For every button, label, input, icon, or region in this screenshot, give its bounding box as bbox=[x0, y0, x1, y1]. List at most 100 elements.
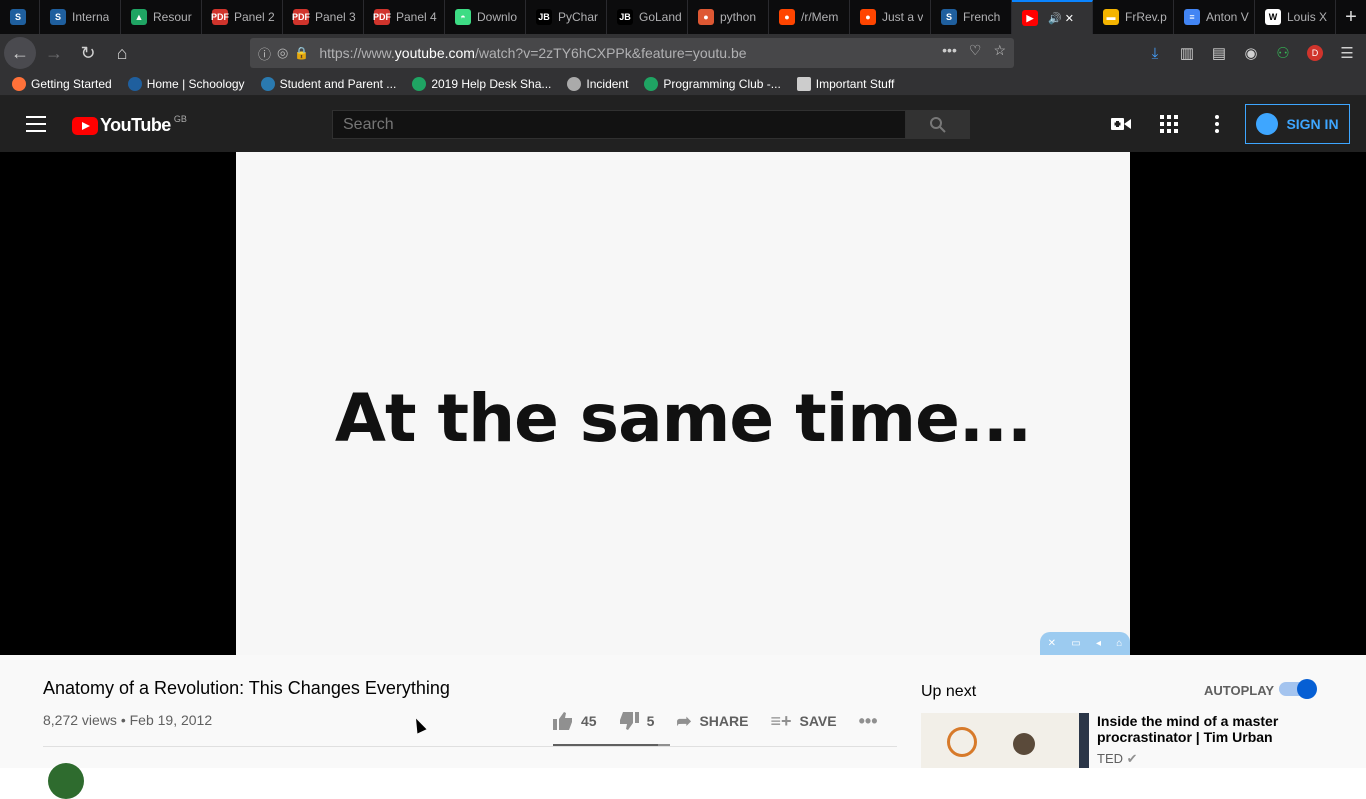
bookmark-item[interactable]: Student and Parent ... bbox=[260, 76, 396, 91]
settings-more-icon[interactable] bbox=[1206, 113, 1228, 135]
thumbs-down-icon bbox=[619, 712, 639, 730]
browser-tab[interactable]: S Interna bbox=[40, 0, 121, 34]
library-icon[interactable]: ▥ bbox=[1174, 37, 1200, 69]
tab-title: Just a v bbox=[882, 10, 924, 24]
reload-button[interactable]: ↻ bbox=[72, 37, 104, 69]
playlist-add-icon: ≡+ bbox=[770, 710, 792, 731]
browser-tab[interactable]: ▲ Resour bbox=[121, 0, 202, 34]
browser-tab[interactable]: ▬ FrRev.p bbox=[1093, 0, 1174, 34]
duckduckgo-icon: ● bbox=[698, 9, 714, 25]
screen-capture-controls[interactable]: ✕ ▭ ◂ ⌂ bbox=[1040, 632, 1130, 655]
pdf-icon: PDF bbox=[292, 9, 310, 25]
hamburger-menu-icon[interactable]: ☰ bbox=[1334, 37, 1360, 69]
url-bar[interactable]: ⓘ ◎ 🔒 https://www.youtube.com/watch?v=2z… bbox=[250, 38, 1014, 68]
arrow-icon[interactable]: ◂ bbox=[1096, 638, 1101, 649]
browser-tab[interactable]: ◓ Downlo bbox=[445, 0, 526, 34]
search-input[interactable] bbox=[332, 110, 906, 139]
dislike-button[interactable]: 5 bbox=[619, 712, 654, 730]
tab-title: /r/Mem bbox=[801, 10, 839, 24]
window-icon[interactable]: ▭ bbox=[1071, 638, 1080, 649]
bookmark-item[interactable]: Incident bbox=[567, 76, 629, 91]
bookmark-item[interactable]: 2019 Help Desk Sha... bbox=[412, 76, 552, 91]
browser-tab[interactable]: ● /r/Mem bbox=[769, 0, 850, 34]
browser-tab[interactable]: ▶ 🔊 ✕ bbox=[1012, 0, 1093, 34]
browser-tab[interactable]: ● python bbox=[688, 0, 769, 34]
more-actions-button[interactable]: ••• bbox=[859, 711, 878, 732]
create-video-icon[interactable] bbox=[1110, 113, 1132, 135]
home-button[interactable]: ⌂ bbox=[106, 37, 138, 69]
user-avatar-icon bbox=[1256, 113, 1279, 135]
bookmark-label: 2019 Help Desk Sha... bbox=[431, 76, 552, 91]
video-frame[interactable]: At the same time... bbox=[236, 152, 1130, 655]
close-icon[interactable]: ✕ bbox=[1048, 638, 1056, 649]
bookmark-item[interactable]: Important Stuff bbox=[796, 76, 894, 91]
guide-menu-icon[interactable] bbox=[26, 114, 46, 134]
sign-in-button[interactable]: SIGN IN bbox=[1245, 104, 1350, 144]
autoplay-toggle[interactable] bbox=[1279, 679, 1317, 699]
save-button[interactable]: ≡+ SAVE bbox=[770, 711, 836, 732]
browser-tab[interactable]: S French bbox=[931, 0, 1012, 34]
browser-tab[interactable]: ≡ Anton V bbox=[1174, 0, 1255, 34]
bookmark-item[interactable]: Programming Club -... bbox=[644, 76, 781, 91]
extension-d-icon[interactable]: D bbox=[1302, 37, 1328, 69]
home-icon[interactable]: ⌂ bbox=[1116, 638, 1122, 649]
browser-tab[interactable]: JB PyChar bbox=[526, 0, 607, 34]
url-suffix: /watch?v=2zTY6hCXPPk&feature=youtu.be bbox=[474, 45, 747, 61]
browser-tab[interactable]: S bbox=[0, 0, 40, 34]
tab-title: Panel 3 bbox=[315, 10, 356, 24]
browser-tab[interactable]: PDF Panel 3 bbox=[283, 0, 364, 34]
forward-button[interactable]: → bbox=[38, 37, 70, 69]
search-button[interactable] bbox=[906, 110, 970, 139]
browser-tab[interactable]: JB GoLand bbox=[607, 0, 688, 34]
jetbrains-icon: JB bbox=[617, 9, 633, 25]
logo-text: YouTube bbox=[100, 115, 171, 135]
toggle-knob bbox=[1297, 679, 1317, 699]
search-icon bbox=[930, 116, 946, 133]
bookmark-label: Incident bbox=[586, 76, 629, 91]
bookmark-label: Getting Started bbox=[31, 76, 112, 91]
browser-tab[interactable]: W Louis X bbox=[1255, 0, 1336, 34]
google-drive-icon: ▲ bbox=[131, 9, 147, 25]
recommendation-thumbnail[interactable] bbox=[921, 713, 1089, 768]
apps-grid-icon[interactable] bbox=[1158, 113, 1180, 135]
save-label: SAVE bbox=[799, 713, 837, 729]
tab-title: PyChar bbox=[558, 10, 599, 24]
tab-title: GoLand bbox=[639, 10, 682, 24]
recommendation-channel[interactable]: TED ✔ bbox=[1097, 751, 1138, 767]
page-actions-icon[interactable]: ••• bbox=[942, 42, 957, 59]
thumbnail-edge bbox=[1079, 713, 1089, 768]
thumbnail-speaker bbox=[1013, 733, 1035, 755]
pdf-icon: PDF bbox=[211, 9, 229, 25]
bookmark-item[interactable]: Home | Schoology bbox=[127, 76, 245, 91]
sidebar-icon[interactable]: ▤ bbox=[1206, 37, 1232, 69]
youtube-logo[interactable]: YouTube GB bbox=[72, 114, 187, 136]
tab-audio-close-icon[interactable]: 🔊 ✕ bbox=[1048, 12, 1074, 25]
schoology-icon: S bbox=[10, 9, 26, 25]
tab-title: Interna bbox=[72, 10, 110, 24]
wikipedia-icon: W bbox=[1265, 9, 1281, 25]
video-player[interactable]: At the same time... ✕ ▭ ◂ ⌂ bbox=[0, 152, 1366, 655]
info-icon[interactable]: ⓘ bbox=[258, 44, 271, 63]
recommendation-title[interactable]: Inside the mind of a master procrastinat… bbox=[1097, 713, 1297, 745]
bookmark-item[interactable]: Getting Started bbox=[12, 76, 112, 91]
bookmark-star-icon[interactable]: ☆ bbox=[993, 42, 1006, 59]
tab-title: Panel 4 bbox=[396, 10, 437, 24]
channel-avatar[interactable] bbox=[48, 763, 84, 799]
download-icon[interactable]: ⤓ bbox=[1142, 37, 1168, 69]
url-text[interactable]: https://www.youtube.com/watch?v=2zTY6hCX… bbox=[319, 45, 746, 61]
back-button[interactable]: ← bbox=[4, 37, 36, 69]
account-icon[interactable]: ◉ bbox=[1238, 37, 1264, 69]
tab-title: FrRev.p bbox=[1125, 10, 1167, 24]
pocket-icon[interactable]: ♡ bbox=[969, 42, 982, 59]
like-button[interactable]: 45 bbox=[553, 712, 597, 730]
browser-tab[interactable]: ● Just a v bbox=[850, 0, 931, 34]
vpn-extension-icon[interactable]: ⚇ bbox=[1270, 37, 1296, 69]
browser-tab[interactable]: PDF Panel 4 bbox=[364, 0, 445, 34]
thumbs-up-icon bbox=[553, 712, 572, 730]
lock-icon[interactable]: 🔒 bbox=[294, 46, 309, 60]
browser-tab[interactable]: PDF Panel 2 bbox=[202, 0, 283, 34]
autoplay-blocked-icon[interactable]: ◎ bbox=[277, 45, 288, 61]
new-tab-button[interactable]: + bbox=[1336, 0, 1366, 34]
video-actions: 45 5 ➦ SHARE ≡+ SAVE ••• bbox=[553, 705, 900, 737]
share-button[interactable]: ➦ SHARE bbox=[676, 711, 748, 732]
